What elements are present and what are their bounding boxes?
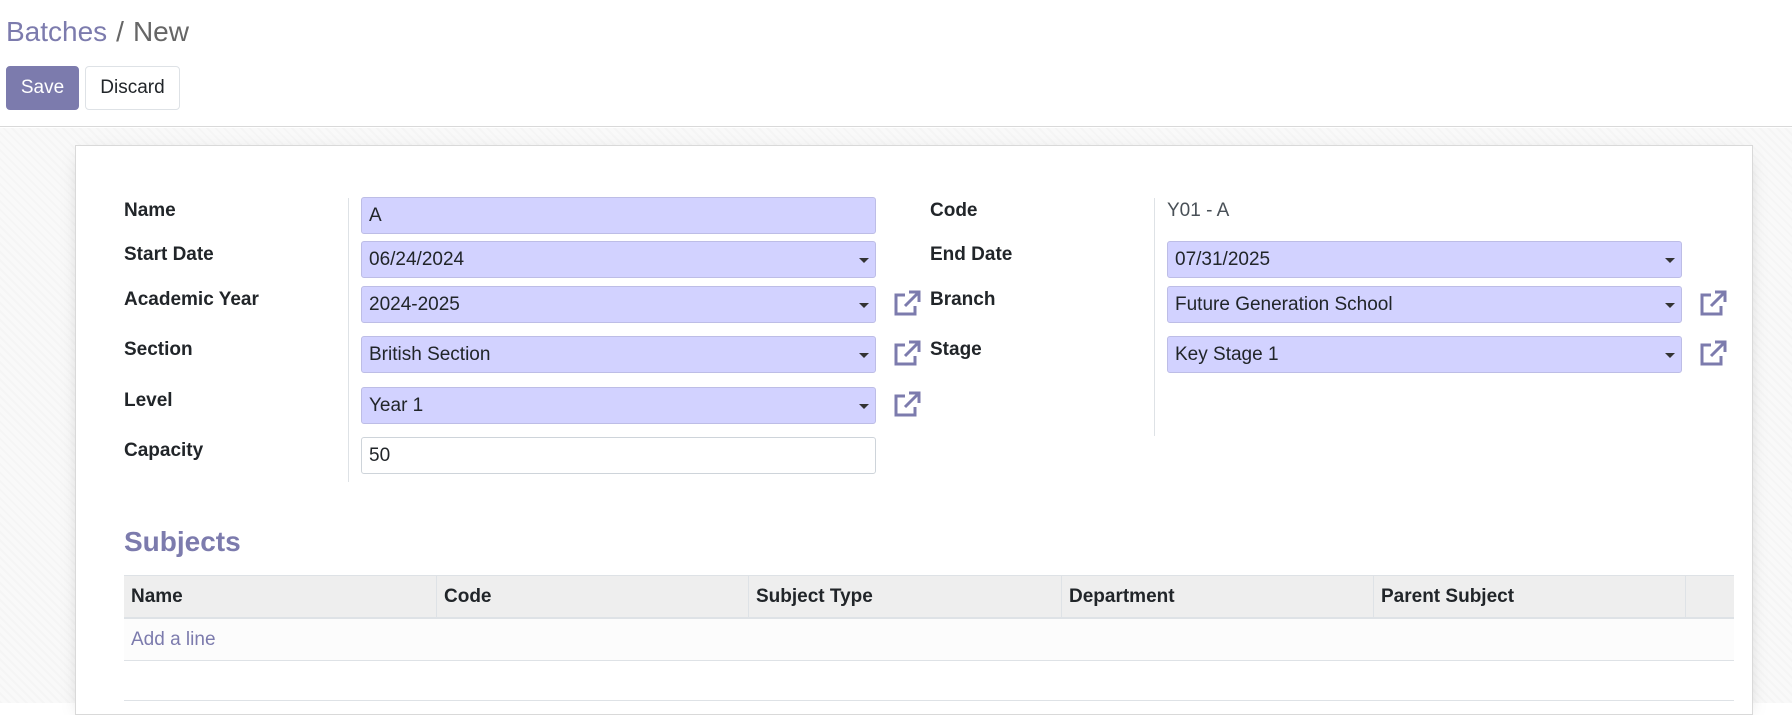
divider: [124, 700, 1734, 701]
section-select[interactable]: British Section: [361, 336, 876, 373]
subjects-section-title: Subjects: [124, 526, 241, 557]
column-header-name[interactable]: Name: [124, 576, 437, 618]
stage-select[interactable]: Key Stage 1: [1167, 336, 1682, 373]
academic-year-external-link-icon[interactable]: [892, 289, 922, 319]
name-input[interactable]: A: [361, 197, 876, 234]
capacity-value: 50: [369, 445, 391, 466]
column-header-parent-subject[interactable]: Parent Subject: [1374, 576, 1686, 618]
add-a-line-link[interactable]: Add a line: [131, 619, 216, 660]
chevron-down-icon: [1665, 303, 1675, 308]
level-external-link-icon[interactable]: [892, 390, 922, 420]
breadcrumb: Batches / New: [6, 15, 189, 49]
stage-label: Stage: [930, 339, 982, 360]
end-date-input[interactable]: 07/31/2025: [1167, 241, 1682, 278]
branch-value: Future Generation School: [1175, 294, 1393, 315]
section-value: British Section: [369, 344, 491, 365]
start-date-input[interactable]: 06/24/2024: [361, 241, 876, 278]
level-value: Year 1: [369, 395, 424, 416]
end-date-label: End Date: [930, 244, 1013, 265]
chevron-down-icon: [859, 303, 869, 308]
level-select[interactable]: Year 1: [361, 387, 876, 424]
academic-year-select[interactable]: 2024-2025: [361, 286, 876, 323]
save-button[interactable]: Save: [6, 66, 79, 110]
column-header-department[interactable]: Department: [1062, 576, 1374, 618]
start-date-value: 06/24/2024: [369, 249, 465, 270]
discard-button[interactable]: Discard: [85, 66, 180, 110]
section-external-link-icon[interactable]: [892, 339, 922, 369]
branch-select[interactable]: Future Generation School: [1167, 286, 1682, 323]
left-group-separator: [348, 198, 349, 482]
code-value: Y01 - A: [1167, 200, 1230, 221]
stage-value: Key Stage 1: [1175, 344, 1279, 365]
name-label: Name: [124, 200, 176, 221]
breadcrumb-batches-link[interactable]: Batches: [6, 16, 107, 47]
subjects-table-header: Name Code Subject Type Department Parent…: [124, 575, 1734, 619]
column-header-code[interactable]: Code: [437, 576, 749, 618]
chevron-down-icon: [859, 353, 869, 358]
subjects-table-row: Add a line: [124, 619, 1734, 661]
chevron-down-icon: [859, 258, 869, 263]
end-date-value: 07/31/2025: [1175, 249, 1271, 270]
capacity-label: Capacity: [124, 440, 204, 461]
stage-external-link-icon[interactable]: [1698, 339, 1728, 369]
level-label: Level: [124, 390, 173, 411]
chevron-down-icon: [1665, 353, 1675, 358]
breadcrumb-separator: /: [116, 16, 124, 47]
name-value: A: [369, 205, 382, 226]
branch-external-link-icon[interactable]: [1698, 289, 1728, 319]
start-date-label: Start Date: [124, 244, 214, 265]
capacity-input[interactable]: 50: [361, 437, 876, 474]
academic-year-label: Academic Year: [124, 289, 259, 310]
branch-label: Branch: [930, 289, 996, 310]
section-label: Section: [124, 339, 193, 360]
right-group-separator: [1154, 198, 1155, 436]
column-header-subject-type[interactable]: Subject Type: [749, 576, 1062, 618]
academic-year-value: 2024-2025: [369, 294, 460, 315]
breadcrumb-current: New: [132, 16, 189, 47]
chevron-down-icon: [1665, 258, 1675, 263]
chevron-down-icon: [859, 404, 869, 409]
control-panel: Batches / New Save Discard: [0, 0, 1792, 127]
code-label: Code: [930, 200, 978, 221]
